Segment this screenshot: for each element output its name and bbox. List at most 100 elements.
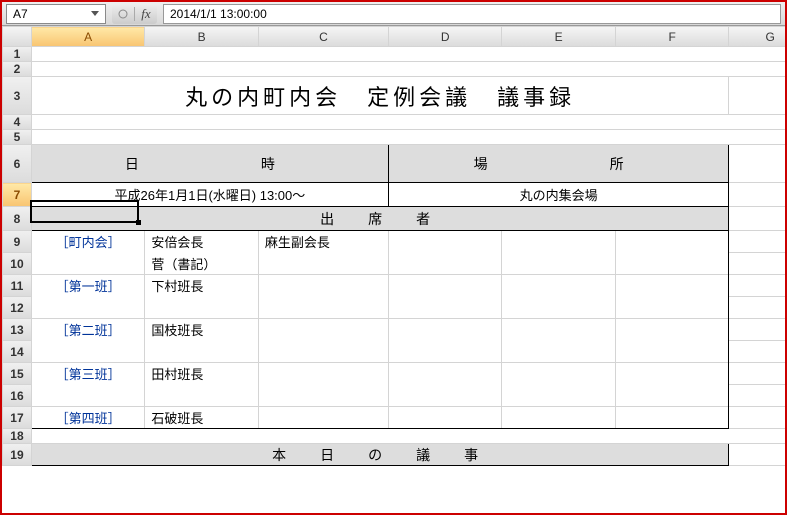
cell[interactable]: [502, 385, 616, 407]
cell[interactable]: [388, 319, 502, 341]
cell[interactable]: [729, 363, 785, 385]
select-all-corner[interactable]: [3, 27, 32, 47]
row-header[interactable]: 9: [3, 231, 32, 253]
cell[interactable]: [258, 363, 388, 385]
cell[interactable]: [729, 341, 785, 363]
cell[interactable]: [145, 297, 259, 319]
col-header-A[interactable]: A: [31, 27, 145, 47]
header-place[interactable]: 場 所: [388, 145, 729, 183]
cell[interactable]: [31, 385, 145, 407]
cell[interactable]: [502, 341, 616, 363]
row-header[interactable]: 19: [3, 444, 32, 466]
cell[interactable]: [729, 385, 785, 407]
cell[interactable]: [729, 231, 785, 253]
cell[interactable]: [388, 231, 502, 253]
cell[interactable]: [31, 429, 785, 444]
attendee-name[interactable]: 麻生副会長: [258, 231, 388, 253]
document-title[interactable]: 丸の内町内会 定例会議 議事録: [31, 77, 729, 115]
cell[interactable]: [502, 253, 616, 275]
formula-input[interactable]: 2014/1/1 13:00:00: [163, 4, 781, 24]
row-header[interactable]: 13: [3, 319, 32, 341]
cell[interactable]: [31, 297, 145, 319]
col-header-G[interactable]: G: [729, 27, 785, 47]
cell[interactable]: [145, 385, 259, 407]
cell[interactable]: [615, 385, 729, 407]
col-header-E[interactable]: E: [502, 27, 616, 47]
cell[interactable]: [502, 231, 616, 253]
row-header[interactable]: 1: [3, 47, 32, 62]
attendee-group-label[interactable]: ［第四班］: [31, 407, 145, 429]
cell[interactable]: [31, 130, 785, 145]
cell[interactable]: [258, 319, 388, 341]
cell[interactable]: [258, 275, 388, 297]
chevron-down-icon[interactable]: [91, 11, 99, 16]
row-header[interactable]: 7: [3, 183, 32, 207]
cell[interactable]: [615, 275, 729, 297]
cell[interactable]: [258, 385, 388, 407]
fx-icon[interactable]: fx: [135, 5, 157, 23]
row-header[interactable]: 16: [3, 385, 32, 407]
row-header[interactable]: 14: [3, 341, 32, 363]
attendee-group-label[interactable]: ［第三班］: [31, 363, 145, 385]
cell[interactable]: [615, 319, 729, 341]
row-header[interactable]: 12: [3, 297, 32, 319]
row-header[interactable]: 10: [3, 253, 32, 275]
attendee-name[interactable]: 田村班長: [145, 363, 259, 385]
cell[interactable]: [729, 183, 785, 207]
cell[interactable]: [388, 253, 502, 275]
cell[interactable]: [388, 385, 502, 407]
cell[interactable]: [388, 297, 502, 319]
value-place[interactable]: 丸の内集会場: [388, 183, 729, 207]
cell[interactable]: [502, 363, 616, 385]
attendee-group-label[interactable]: ［町内会］: [31, 231, 145, 253]
attendee-name[interactable]: 安倍会長: [145, 231, 259, 253]
row-header[interactable]: 4: [3, 115, 32, 130]
attendee-group-label[interactable]: ［第一班］: [31, 275, 145, 297]
cell[interactable]: [729, 77, 785, 115]
cell[interactable]: [388, 341, 502, 363]
cell[interactable]: [388, 363, 502, 385]
cell[interactable]: [502, 319, 616, 341]
row-header[interactable]: 15: [3, 363, 32, 385]
row-header[interactable]: 6: [3, 145, 32, 183]
cell[interactable]: [388, 407, 502, 429]
name-box[interactable]: A7: [6, 4, 106, 24]
cancel-icon[interactable]: [112, 5, 134, 23]
cell[interactable]: [502, 297, 616, 319]
attendee-group-label[interactable]: ［第二班］: [31, 319, 145, 341]
cell[interactable]: [615, 297, 729, 319]
cell[interactable]: [729, 207, 785, 231]
cell[interactable]: [729, 253, 785, 275]
col-header-C[interactable]: C: [258, 27, 388, 47]
cell[interactable]: [502, 275, 616, 297]
cell[interactable]: [729, 407, 785, 429]
cell[interactable]: [615, 407, 729, 429]
row-header[interactable]: 18: [3, 429, 32, 444]
cell[interactable]: [258, 297, 388, 319]
row-header[interactable]: 2: [3, 62, 32, 77]
cell[interactable]: [502, 407, 616, 429]
cell[interactable]: [729, 145, 785, 183]
col-header-F[interactable]: F: [615, 27, 729, 47]
cell[interactable]: [31, 47, 785, 62]
cell[interactable]: [258, 341, 388, 363]
cell[interactable]: [388, 275, 502, 297]
cell[interactable]: [615, 363, 729, 385]
col-header-B[interactable]: B: [145, 27, 259, 47]
header-agenda[interactable]: 本 日 の 議 事: [31, 444, 729, 466]
attendee-name[interactable]: 菅（書記）: [145, 253, 259, 275]
cell[interactable]: [729, 444, 785, 466]
row-header[interactable]: 17: [3, 407, 32, 429]
col-header-D[interactable]: D: [388, 27, 502, 47]
header-attendees[interactable]: 出 席 者: [31, 207, 729, 231]
attendee-name[interactable]: 石破班長: [145, 407, 259, 429]
cell[interactable]: [258, 253, 388, 275]
cell[interactable]: [729, 275, 785, 297]
attendee-name[interactable]: 国枝班長: [145, 319, 259, 341]
value-datetime[interactable]: 平成26年1月1日(水曜日) 13:00～: [31, 183, 388, 207]
cell[interactable]: [729, 297, 785, 319]
row-header[interactable]: 8: [3, 207, 32, 231]
cell[interactable]: [145, 341, 259, 363]
attendee-name[interactable]: 下村班長: [145, 275, 259, 297]
cell[interactable]: [31, 62, 785, 77]
